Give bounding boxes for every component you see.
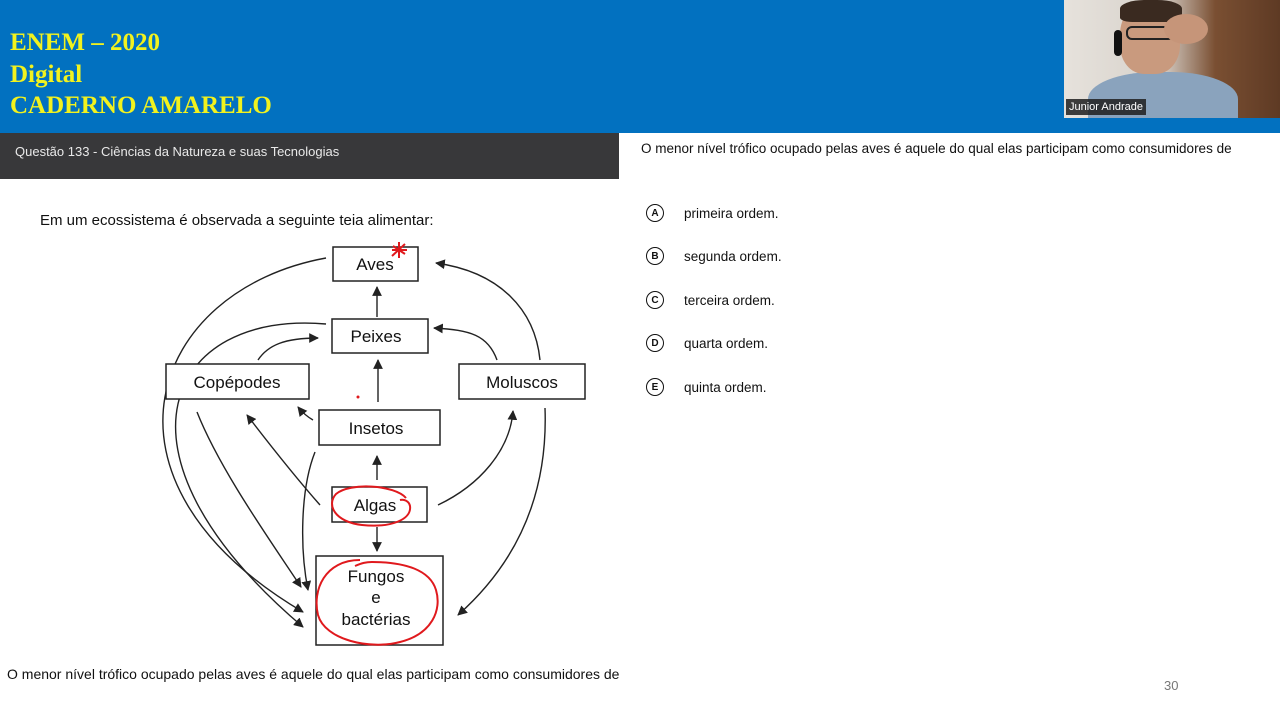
node-algas-label: Algas [354, 496, 397, 515]
edge-insetos-copepodes [297, 406, 314, 421]
node-fungos-label-line2: e [371, 588, 380, 607]
food-web-diagram: Aves Peixes Copépodes Moluscos Insetos A… [162, 242, 586, 646]
webcam-participant-name: Junior Andrade [1066, 99, 1146, 115]
node-copepodes-label: Copépodes [194, 373, 281, 392]
page-number: 30 [1164, 678, 1179, 693]
annotation-dot [356, 395, 360, 399]
option-a-text: primeira ordem. [684, 205, 779, 221]
bottom-question-text: O menor nível trófico ocupado pelas aves… [7, 666, 620, 682]
edge-moluscos-fungos [457, 407, 546, 616]
edge-algas-moluscos [437, 410, 518, 506]
presenter-hand [1164, 14, 1208, 44]
option-d-text: quarta ordem. [684, 335, 769, 351]
question-header: Questão 133 - Ciências da Natureza e sua… [15, 144, 340, 159]
edge-copepodes-fungos [196, 411, 302, 588]
option-e[interactable]: E quinta ordem. [646, 376, 767, 398]
option-b[interactable]: B segunda ordem. [646, 245, 782, 267]
option-d[interactable]: D quarta ordem. [646, 332, 768, 354]
node-algas: Algas [331, 486, 428, 523]
option-a[interactable]: A primeira ordem. [646, 202, 779, 224]
edge-algas-copepodes [246, 414, 321, 506]
option-c[interactable]: C terceira ordem. [646, 289, 775, 311]
node-peixes: Peixes [331, 318, 429, 354]
exam-title: ENEM – 2020 [10, 29, 160, 56]
option-c-letter: C [646, 291, 664, 309]
node-insetos: Insetos [318, 409, 441, 446]
node-fungos-label-line1: Fungos [348, 567, 405, 586]
option-a-letter: A [646, 204, 664, 222]
node-aves-label: Aves [356, 255, 394, 274]
node-peixes-label: Peixes [350, 327, 401, 346]
option-e-letter: E [646, 378, 664, 396]
node-fungos-bacterias: Fungos e bactérias [315, 555, 444, 646]
option-c-text: terceira ordem. [684, 292, 775, 308]
option-d-letter: D [646, 334, 664, 352]
edge-copepodes-peixes [257, 333, 319, 361]
exam-subtitle: Digital [10, 61, 83, 88]
option-b-letter: B [646, 247, 664, 265]
option-b-text: segunda ordem. [684, 248, 782, 264]
edge-insetos-fungos [301, 451, 316, 591]
question-intro: Em um ecossistema é observada a seguinte… [40, 212, 434, 229]
headset [1114, 30, 1122, 56]
node-moluscos-label: Moluscos [486, 373, 558, 392]
node-fungos-label-line3: bactérias [342, 610, 411, 629]
exam-booklet: CADERNO AMARELO [10, 92, 272, 119]
node-moluscos: Moluscos [458, 363, 586, 400]
question-stem: O menor nível trófico ocupado pelas aves… [641, 141, 1232, 156]
edge-aves-fungos [162, 257, 327, 613]
option-e-text: quinta ordem. [684, 379, 767, 395]
node-insetos-label: Insetos [349, 419, 404, 438]
node-aves: Aves [332, 246, 419, 282]
edge-moluscos-peixes [433, 323, 498, 361]
node-copepodes: Copépodes [165, 363, 310, 400]
